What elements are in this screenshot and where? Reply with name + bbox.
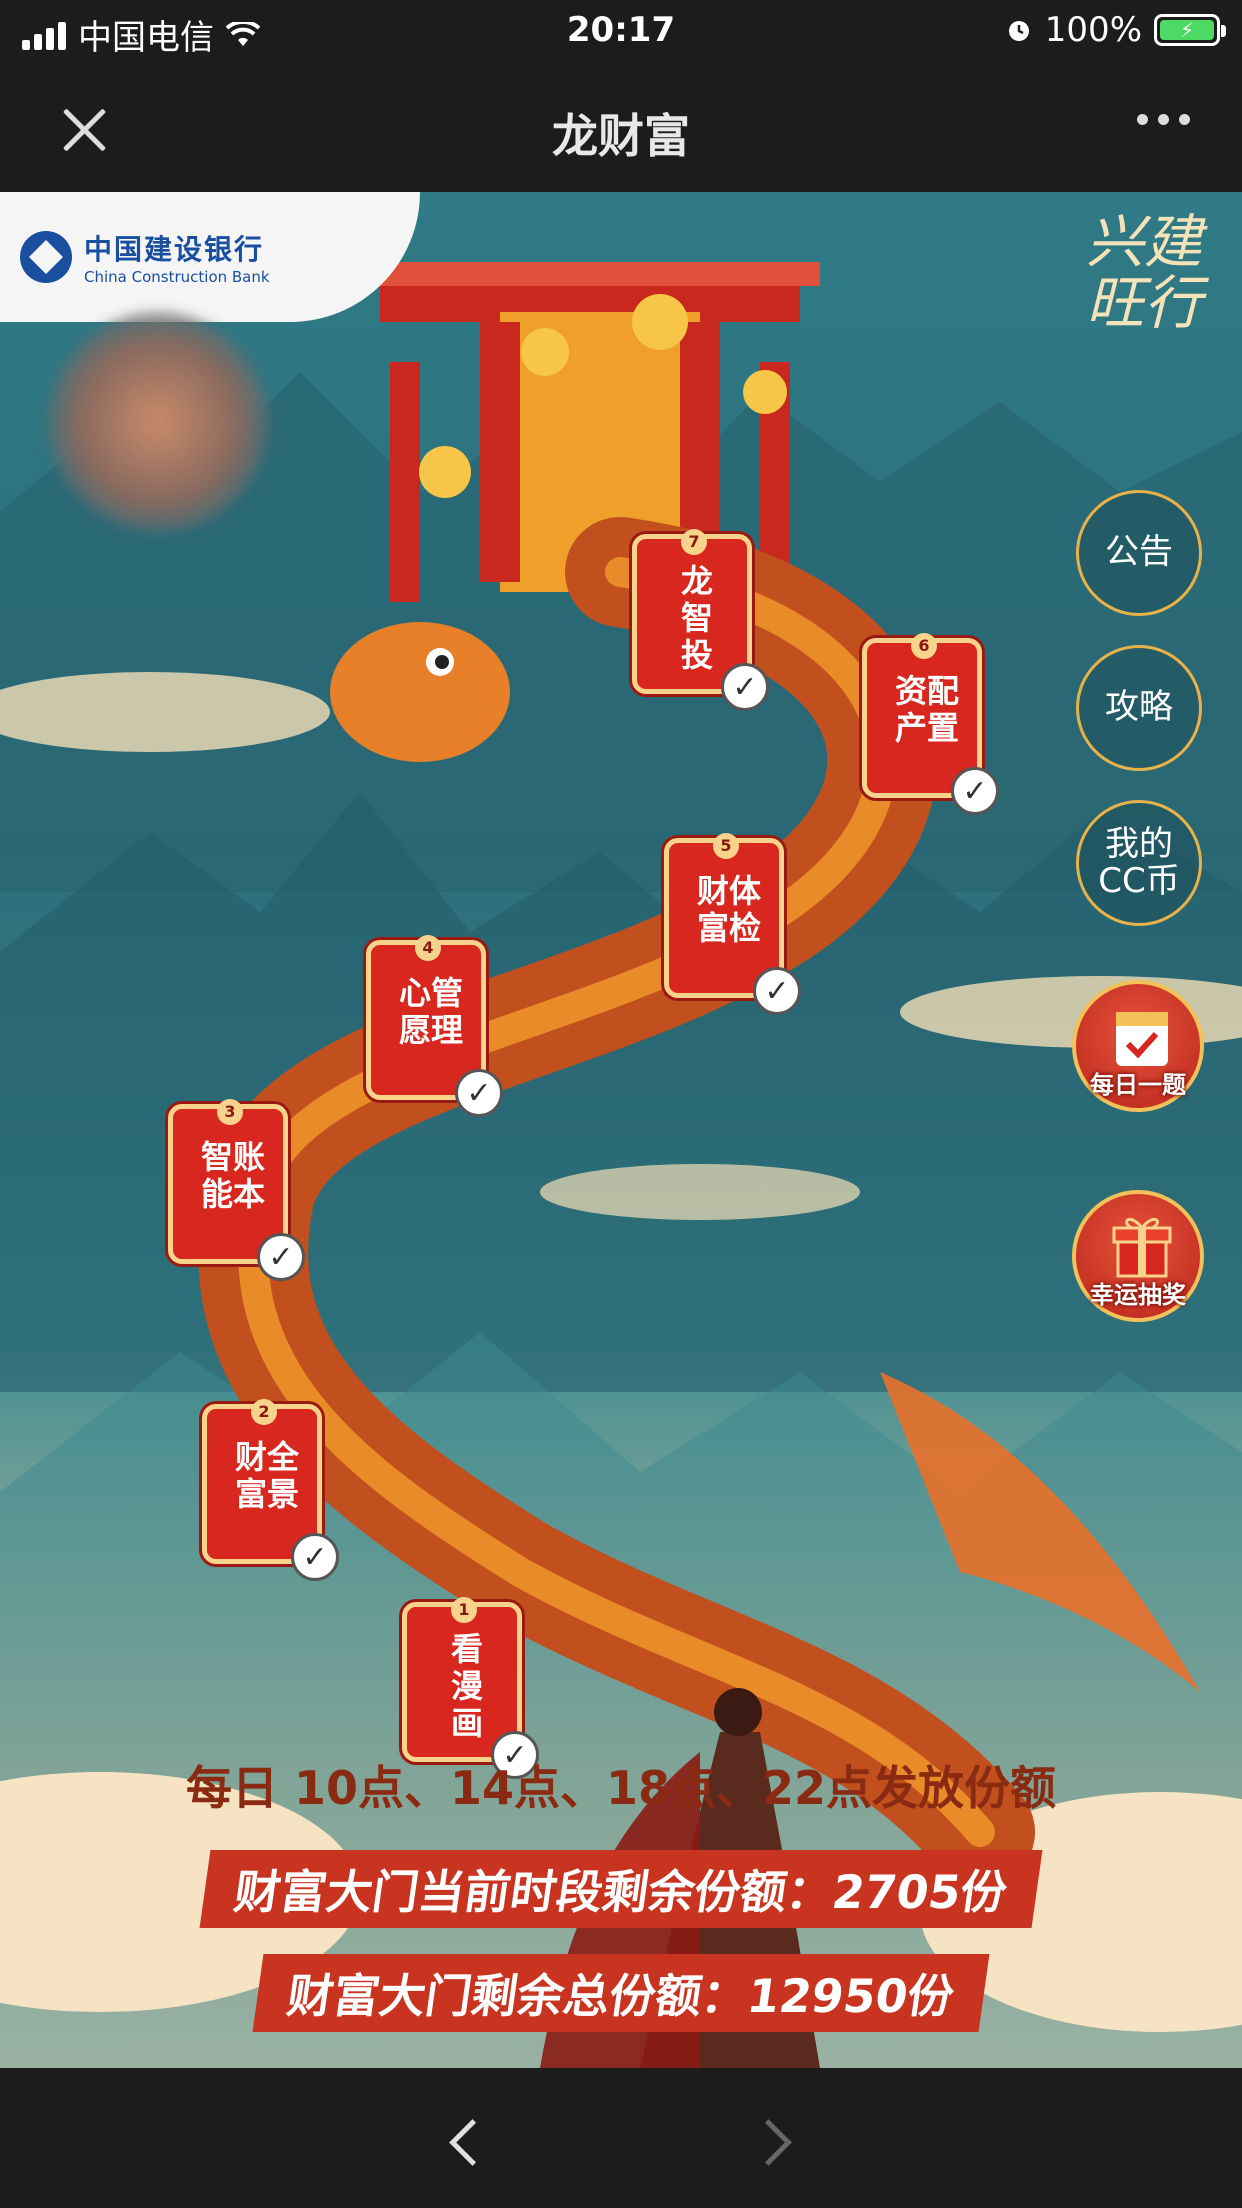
gift-icon [1112, 1217, 1172, 1278]
bank-logo-banner: 中国建设银行 China Construction Bank [0, 192, 420, 322]
step-number: 2 [251, 1399, 277, 1425]
lucky-draw-button[interactable]: 幸运抽奖 [1072, 1190, 1204, 1322]
total-quota-text: 财富大门剩余总份额：12950份 [252, 1954, 990, 2032]
total-quota: 财富大门剩余总份额：12950份 [0, 1954, 1242, 2032]
status-right: 100% ⚡ [1005, 10, 1226, 50]
step-5-wealth-checkup[interactable]: 5 财体富检 ✓ [664, 833, 801, 1015]
check-icon: ✓ [455, 1069, 503, 1117]
bank-name-en: China Construction Bank [84, 268, 270, 286]
status-bar: 中国电信 20:17 100% ⚡ [0, 0, 1242, 62]
step-label: 心管愿理 [398, 974, 463, 1049]
bank-name-cn: 中国建设银行 [84, 233, 265, 266]
step-number: 7 [681, 529, 707, 555]
calendar-check-icon [1116, 1012, 1168, 1066]
check-icon: ✓ [291, 1533, 339, 1581]
check-icon: ✓ [753, 967, 801, 1015]
current-quota: 财富大门当前时段剩余份额：2705份 [0, 1850, 1242, 1928]
battery-icon: ⚡ [1154, 14, 1226, 46]
slogan: 兴建旺行 [1085, 208, 1202, 337]
step-number: 1 [451, 1597, 477, 1623]
forward-arrow-icon[interactable] [742, 2112, 802, 2172]
nav-bar: 龙财富 [0, 62, 1242, 192]
step-number: 6 [911, 633, 937, 659]
release-schedule: 每日 10点、14点、18点、22点发放份额 [185, 1761, 1057, 1815]
step-label: 龙智投 [680, 562, 713, 674]
back-arrow-icon[interactable] [440, 2112, 500, 2172]
daily-quiz-button[interactable]: 每日一题 [1072, 980, 1204, 1112]
more-icon[interactable] [1137, 114, 1190, 125]
my-cc-coin-button[interactable]: 我的CC币 [1076, 800, 1202, 926]
main-content: 中国建设银行 China Construction Bank 兴建旺行 公告 攻… [0, 192, 1242, 2068]
step-label: 财全富景 [234, 1438, 299, 1513]
announcement-button[interactable]: 公告 [1076, 490, 1202, 616]
alarm-icon [1008, 21, 1029, 41]
step-label: 资配产置 [894, 672, 959, 747]
page-title: 龙财富 [552, 109, 690, 163]
step-2-wealth-overview[interactable]: 2 财全富景 ✓ [202, 1399, 339, 1581]
step-label: 智账能本 [200, 1138, 265, 1213]
step-label: 财体富检 [696, 872, 761, 947]
check-icon: ✓ [257, 1233, 305, 1281]
guide-button[interactable]: 攻略 [1076, 645, 1202, 771]
check-icon: ✓ [721, 663, 769, 711]
step-6-asset-allocation[interactable]: 6 资配产置 ✓ [862, 633, 999, 815]
lucky-draw-label: 幸运抽奖 [1090, 1281, 1186, 1309]
step-number: 3 [217, 1099, 243, 1125]
step-number: 5 [713, 833, 739, 859]
bottom-toolbar [0, 2068, 1242, 2208]
step-label: 看漫画 [450, 1630, 483, 1742]
step-4-wish-management[interactable]: 4 心管愿理 ✓ [366, 935, 503, 1117]
daily-quiz-label: 每日一题 [1090, 1071, 1186, 1099]
avatar[interactable] [48, 312, 268, 532]
step-3-smart-ledger[interactable]: 3 智账能本 ✓ [168, 1099, 305, 1281]
current-quota-text: 财富大门当前时段剩余份额：2705份 [199, 1850, 1043, 1928]
step-1-comic[interactable]: 1 看漫画 ✓ [402, 1597, 539, 1779]
battery-percent: 100% [1044, 10, 1142, 50]
ccb-logo-icon [20, 231, 72, 283]
step-7-smart-investment[interactable]: 7 龙智投 ✓ [632, 529, 769, 711]
bank-name: 中国建设银行 China Construction Bank [84, 228, 270, 286]
step-number: 4 [415, 935, 441, 961]
check-icon: ✓ [951, 767, 999, 815]
